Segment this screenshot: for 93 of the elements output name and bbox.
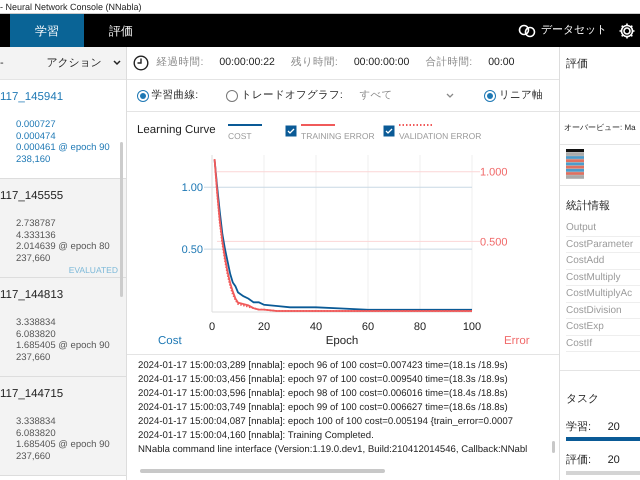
dataset-link[interactable]: データセット (541, 22, 607, 39)
result-value: 4.333136 (15, 230, 57, 241)
radio-button[interactable] (484, 90, 496, 102)
result-value: 237,660 (15, 450, 52, 462)
result-name: 117_144715 (0, 387, 64, 402)
action-menu[interactable]: アクション (46, 54, 102, 72)
result-value: 0.000474 (15, 130, 57, 142)
result-value: 3.338834 (15, 317, 57, 328)
chevron-down-icon[interactable] (112, 60, 120, 66)
result-value: 6.083820 (15, 428, 57, 439)
result-value: 2.738787 (15, 218, 57, 230)
legend-checkbox[interactable] (384, 126, 394, 136)
log-line: 2024-01-17 15:00:03,749 [nnabla]: epoch 99 of 100 cost=0.006627 time=(18.6s /18.8s) (138, 401, 508, 415)
legend-label: COST (228, 131, 252, 141)
network-thumbnail-drawing[interactable] (566, 149, 584, 179)
result-item[interactable]: 117_144813 3.338834 6.083820 1.685405 @ epoch 90 237,660 (0, 278, 126, 377)
task-value: 20 (608, 420, 620, 434)
stat-item: CostExp (566, 319, 640, 336)
stat-item: CostAdd (566, 253, 640, 270)
y2-tick-label: 0.500 (480, 236, 508, 248)
tab[interactable]: 評価 (84, 14, 158, 47)
legend-checkbox[interactable] (286, 126, 296, 136)
scrollbar[interactable] (120, 142, 123, 297)
y2-tick-label: 1.000 (480, 166, 508, 179)
filter-dropdown[interactable]: すべて (359, 88, 454, 104)
timer-value: 00:00:00:22 (219, 55, 275, 70)
task-value: 20 (608, 453, 620, 468)
result-value: 237,660 (15, 352, 52, 363)
x-tick-label: 0 (208, 321, 216, 333)
log-line: NNabla command line interface (Version:1.19.0.dev1, Build:210412014546, Callback:NNabl (138, 443, 528, 457)
x-tick-label: 60 (362, 321, 374, 333)
result-value: 2.014639 @ epoch 80 (15, 241, 111, 252)
stat-item: CostParameter (566, 236, 640, 253)
log-line: 2024-01-17 15:00:03,456 [nnabla]: epoch 97 of 100 cost=0.009540 time=(18.3s /18.9s) (138, 373, 508, 387)
stat-item: Output (566, 220, 640, 236)
result-value: 6.083820 (15, 328, 57, 340)
chevron-down-icon (446, 92, 454, 98)
tab[interactable]: 学習 (10, 14, 84, 47)
status-label: EVALUATED (68, 264, 118, 277)
result-value: 1.685405 @ epoch 90 (15, 439, 111, 450)
timer-label: 経過時間: (156, 55, 204, 70)
collapse-label: - (0, 56, 4, 71)
stat-item: CostIf (566, 336, 640, 352)
legend-label: VALIDATION ERROR (399, 131, 482, 141)
x-axis-title: Epoch (326, 335, 358, 347)
x-tick-label: 100 (462, 321, 482, 333)
radio-label: トレードオフグラフ: (240, 88, 343, 103)
stat-item: CostMultiplyAc (566, 286, 640, 302)
timer-value: 00:00 (488, 55, 514, 70)
section-title: タスク (566, 392, 600, 407)
result-value: 0.000727 (15, 119, 57, 130)
result-value: 3.338834 (15, 416, 57, 428)
legend-label: TRAINING ERROR (301, 131, 375, 141)
task-label: 学習: (566, 420, 592, 434)
radio-label: リニア軸 (499, 88, 544, 103)
log-line: 2024-01-17 15:00:03,596 [nnabla]: epoch 98 of 100 cost=0.006016 time=(18.4s /18.8s) (138, 387, 508, 401)
timer-value: 00:00:00:00 (354, 55, 410, 70)
radio-button[interactable] (136, 90, 148, 102)
y-axis-title: Cost (158, 335, 182, 347)
result-name: 117_145555 (0, 189, 64, 204)
panel-title: 評価 (566, 57, 589, 72)
link-icon[interactable] (518, 24, 536, 38)
stat-item: CostMultiply (566, 270, 640, 286)
overview-label: オーバービュー: Ma (564, 122, 636, 134)
clock-icon (132, 55, 148, 71)
settings-icon[interactable] (618, 22, 636, 40)
result-item[interactable]: 117_145555 2.738787 4.333136 2.014639 @ epoch 80 237,660 EVALUATED (0, 179, 126, 278)
result-name: 117_144813 (0, 288, 64, 303)
y-tick-label: 0.50 (182, 244, 203, 256)
y2-axis-title: Error (504, 335, 530, 347)
log-line: 2024-01-17 15:00:04,087 [nnabla]: epoch 100 of 100 cost=0.005194 {train_error=0.0007 (138, 415, 513, 429)
result-value: 1.685405 @ epoch 90 (15, 340, 111, 352)
result-name: 117_145941 (0, 90, 64, 105)
timer-label: 合計時間: (425, 55, 472, 70)
x-tick-label: 80 (414, 321, 426, 333)
log-line: 2024-01-17 15:00:04,160 [nnabla]: Training Completed. (138, 429, 374, 443)
x-tick-label: 20 (258, 321, 270, 333)
result-item[interactable]: 117_144715 3.338834 6.083820 1.685405 @ epoch 90 237,660 (0, 377, 126, 476)
task-label: 評価: (566, 453, 592, 468)
result-value: 0.000461 @ epoch 90 (15, 142, 111, 154)
section-title: 統計情報 (566, 198, 611, 214)
result-value: 237,660 (15, 252, 52, 264)
scrollbar[interactable] (140, 469, 385, 473)
y-tick-label: 1.00 (182, 182, 203, 194)
radio-button[interactable] (226, 90, 238, 102)
x-tick-label: 40 (310, 321, 322, 333)
result-value: 238,160 (15, 154, 52, 165)
chart-title: Learning Curve (137, 124, 216, 136)
stat-item: CostDivision (566, 302, 640, 319)
log-line: 2024-01-17 15:00:03,289 [nnabla]: epoch 96 of 100 cost=0.007423 time=(18.1s /18.9s) (138, 359, 508, 373)
radio-label: 学習曲線: (151, 88, 198, 103)
timer-label: 残り時間: (290, 55, 338, 70)
scrollbar[interactable] (552, 441, 555, 453)
